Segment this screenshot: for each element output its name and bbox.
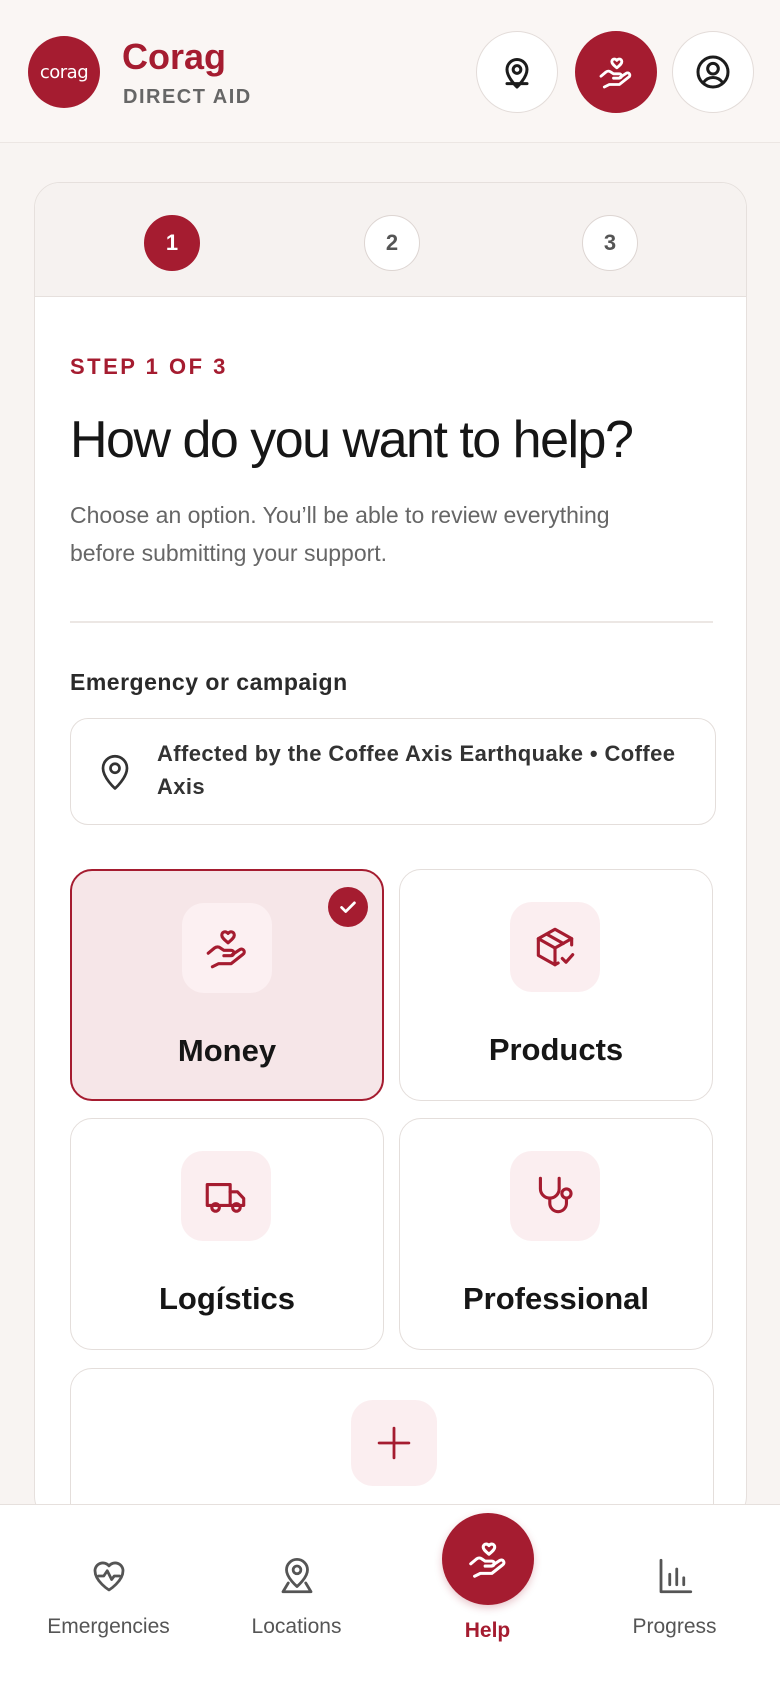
help-wizard-card: 1 2 3 STEP 1 OF 3 How do you want to hel… (34, 182, 747, 1522)
campaign-value: Affected by the Coffee Axis Earthquake •… (157, 741, 676, 799)
option-label: Money (177, 1033, 277, 1068)
plus-icon (377, 1426, 411, 1460)
step-indicator-2[interactable]: 2 (364, 215, 420, 271)
option-icon-box (351, 1400, 437, 1486)
nav-locations[interactable]: Locations (199, 1505, 394, 1688)
stethoscope-icon (538, 1176, 573, 1214)
option-money[interactable]: Money (70, 869, 384, 1101)
nav-emergencies[interactable]: Emergencies (11, 1505, 206, 1688)
step-indicator-1[interactable]: 1 (144, 215, 200, 271)
brand-logo[interactable]: corag (28, 36, 100, 108)
option-logistics[interactable]: Logístics (70, 1118, 384, 1350)
page-description: Choose an option. You’ll be able to revi… (70, 502, 610, 566)
profile-header-button[interactable] (672, 31, 754, 113)
campaign-selector[interactable]: Affected by the Coffee Axis Earthquake •… (70, 718, 716, 825)
campaign-label: Emergency or campaign (70, 669, 348, 695)
truck-icon (205, 1182, 246, 1213)
hand-heart-icon (206, 930, 246, 969)
option-icon-box (510, 1151, 600, 1241)
app-header: corag Corag DIRECT AID (0, 0, 780, 143)
step-indicator-3[interactable]: 3 (582, 215, 638, 271)
hand-heart-icon (599, 57, 632, 89)
locations-header-button[interactable] (476, 31, 558, 113)
option-icon-box (510, 902, 600, 992)
option-label: Professional (462, 1281, 650, 1316)
user-circle-icon (696, 55, 730, 89)
brand-name: Corag (122, 36, 227, 77)
stepper: 1 2 3 (35, 183, 746, 297)
bar-chart-icon (659, 1558, 693, 1594)
hand-heart-icon (469, 1542, 506, 1578)
brand-subtitle: DIRECT AID (123, 86, 252, 108)
option-icon-box (181, 1151, 271, 1241)
nav-label: Locations (251, 1615, 342, 1638)
nav-label: Progress (632, 1615, 717, 1638)
option-professional[interactable]: Professional (399, 1118, 713, 1350)
page-title: How do you want to help? (70, 411, 634, 469)
nav-help-label: Help (464, 1619, 511, 1642)
option-label: Products (488, 1032, 624, 1067)
location-pin-icon (281, 1558, 313, 1594)
nav-help[interactable] (442, 1513, 534, 1605)
heart-pulse-icon (93, 1561, 125, 1592)
location-pin-icon (101, 754, 129, 790)
package-check-icon (536, 927, 575, 967)
step-label: STEP 1 OF 3 (70, 354, 228, 379)
option-add-more[interactable] (70, 1368, 714, 1521)
divider (70, 621, 713, 623)
help-header-button[interactable] (575, 31, 657, 113)
location-pin-icon (505, 58, 529, 89)
option-icon-box (182, 903, 272, 993)
bottom-navigation: Emergencies Locations Progress (0, 1504, 780, 1688)
option-products[interactable]: Products (399, 869, 713, 1101)
nav-label: Emergencies (47, 1615, 170, 1638)
nav-progress[interactable]: Progress (577, 1505, 772, 1688)
option-label: Logístics (158, 1281, 296, 1316)
selected-check-icon (328, 887, 368, 927)
